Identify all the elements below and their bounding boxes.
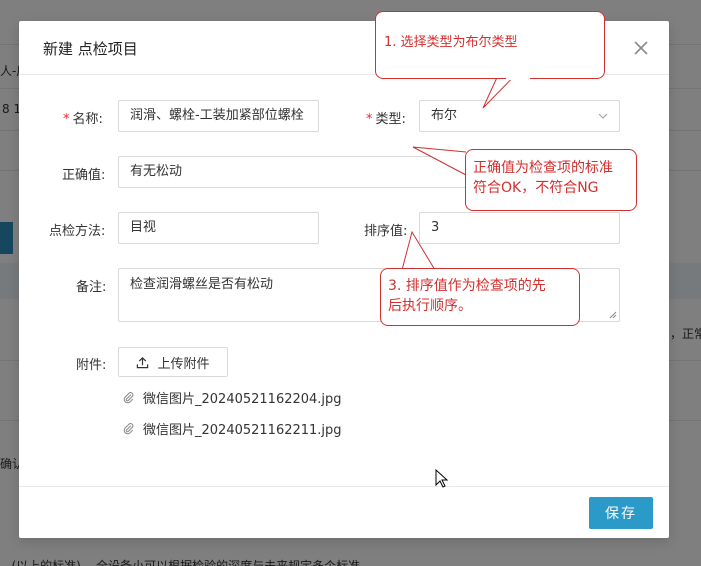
attachment-label: 附件:: [76, 358, 107, 373]
type-label: * 类型:: [366, 108, 406, 127]
required-marker: *: [366, 112, 373, 127]
type-label-text: 类型:: [375, 112, 406, 127]
callout-type-hint: 1. 选择类型为布尔类型: [375, 11, 605, 79]
cursor-icon: [435, 469, 449, 488]
paperclip-icon: [123, 392, 134, 404]
name-input[interactable]: 润滑、螺栓-工装加紧部位螺栓: [118, 100, 319, 132]
attachment-file-item[interactable]: 微信图片_20240521162204.jpg: [122, 388, 342, 407]
modal-footer: 保存: [19, 486, 669, 538]
resize-grip-icon[interactable]: [609, 311, 617, 319]
callout-tail-cover: [506, 76, 530, 80]
chevron-down-icon: [598, 113, 608, 119]
callout-sort-value-line: 3. 排序值作为检查项的先: [388, 278, 546, 294]
attachment-file-name: 微信图片_20240521162204.jpg: [143, 392, 342, 407]
upload-attachment-button[interactable]: 上传附件: [118, 347, 228, 377]
callout-correct-value-line: 符合OK，不符合NG: [473, 180, 599, 196]
method-input[interactable]: 目视: [118, 212, 319, 244]
close-button[interactable]: [631, 38, 651, 58]
remark-text: 检查润滑螺丝是否有松动: [130, 277, 274, 292]
close-icon: [634, 41, 648, 55]
upload-button-label: 上传附件: [157, 356, 210, 372]
callout-sort-value-line: 后执行顺序。: [388, 298, 472, 314]
callout-tail: [401, 230, 436, 271]
upload-icon: [137, 356, 149, 368]
attachment-file-name: 微信图片_20240521162211.jpg: [143, 423, 342, 438]
attachment-file-item[interactable]: 微信图片_20240521162211.jpg: [122, 419, 342, 438]
save-button[interactable]: 保存: [589, 497, 653, 529]
name-label-text: 名称:: [72, 112, 103, 127]
callout-correct-value-line: 正确值为检查项的标准: [473, 160, 613, 176]
modal-title: 新建 点检项目: [43, 40, 138, 58]
remark-label: 备注:: [76, 280, 107, 295]
method-label: 点检方法:: [49, 224, 106, 239]
callout-type-text: 1. 选择类型为布尔类型: [384, 35, 518, 50]
callout-correct-value-hint: 正确值为检查项的标准 符合OK，不符合NG: [465, 149, 637, 211]
name-label: * 名称:: [63, 108, 103, 127]
correct-value-label: 正确值:: [62, 168, 106, 183]
callout-sort-value-hint: 3. 排序值作为检查项的先 后执行顺序。: [380, 268, 580, 326]
type-select-value: 布尔: [431, 108, 458, 123]
required-marker: *: [63, 112, 70, 127]
paperclip-icon: [123, 423, 134, 435]
